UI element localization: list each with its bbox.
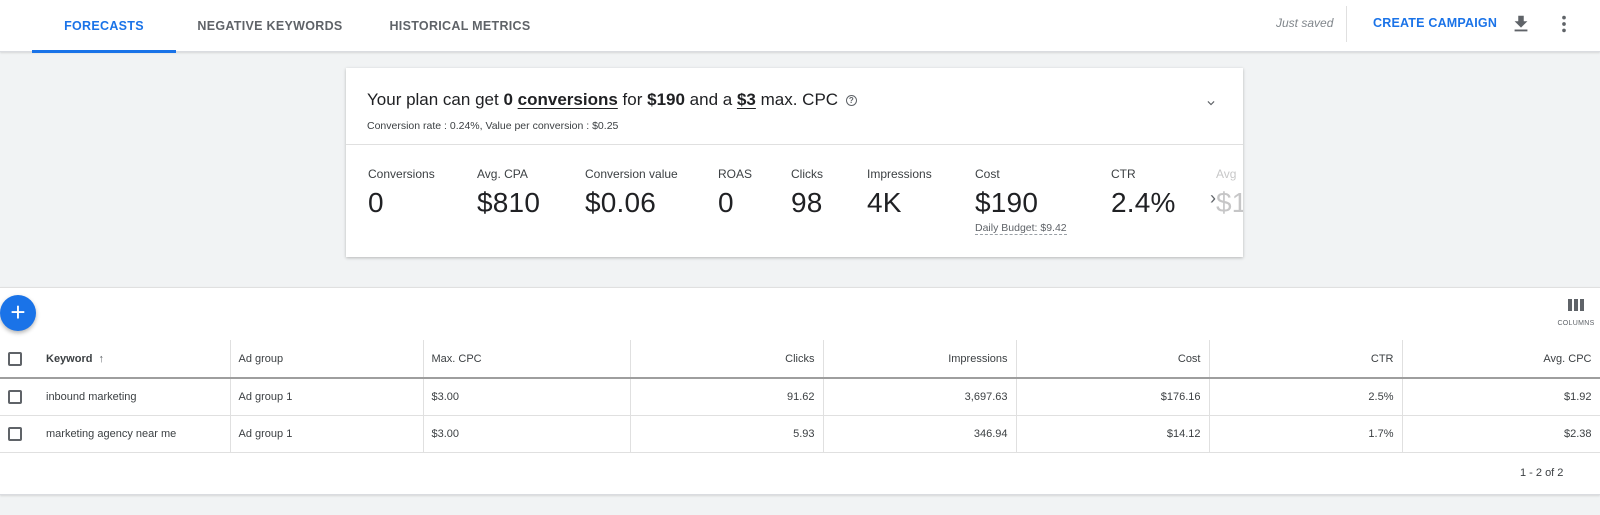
keyword-cell[interactable]: inbound marketing [38, 378, 231, 416]
header-ad-group[interactable]: Ad group [230, 340, 424, 379]
add-keyword-button[interactable]: + [0, 295, 36, 331]
ctr-cell: 2.5% [1209, 378, 1403, 416]
columns-icon [1568, 299, 1584, 311]
columns-label: COLUMNS [1557, 320, 1595, 327]
row-checkbox[interactable] [8, 389, 22, 404]
metric-ctr: CTR 2.4% [1111, 167, 1176, 218]
save-status: Just saved [1276, 16, 1334, 30]
more-vert-icon[interactable] [1553, 13, 1575, 35]
metric-impressions: Impressions 4K [867, 167, 932, 218]
ctr-cell: 1.7% [1209, 415, 1403, 453]
clicks-cell: 91.62 [630, 378, 824, 416]
impressions-cell: 346.94 [823, 415, 1017, 453]
help-icon[interactable]: ? [845, 95, 857, 106]
card-divider [346, 144, 1243, 145]
header-keyword[interactable]: Keyword ↑ [38, 340, 231, 379]
table-row: inbound marketing Ad group 1 $3.00 91.62… [0, 378, 1600, 416]
download-icon[interactable] [1510, 13, 1532, 35]
row-checkbox[interactable] [8, 426, 22, 441]
max-cpc-cell[interactable]: $3.00 [423, 378, 631, 416]
sort-ascending-icon: ↑ [98, 352, 104, 365]
chevron-right-icon[interactable]: › [1210, 188, 1216, 209]
select-all-checkbox[interactable] [8, 351, 22, 366]
header-avg-cpc[interactable]: Avg. CPC [1402, 340, 1600, 379]
keyword-table: Keyword ↑ Ad group Max. CPC Clicks Impres… [0, 340, 1600, 453]
select-all-cell [0, 340, 38, 379]
clicks-cell: 5.93 [630, 415, 824, 453]
avg-cpc-cell: $1.92 [1402, 378, 1600, 416]
max-cpc-cell[interactable]: $3.00 [423, 415, 631, 453]
impressions-cell: 3,697.63 [823, 378, 1017, 416]
metric-roas: ROAS 0 [718, 167, 753, 218]
pagination-info: 1 - 2 of 2 [1520, 467, 1564, 479]
metric-avg-cpa: Avg. CPA $810 [477, 167, 541, 218]
ad-group-cell[interactable]: Ad group 1 [230, 415, 424, 453]
chevron-down-icon[interactable] [1204, 96, 1218, 110]
avg-cpc-cell: $2.38 [1402, 415, 1600, 453]
cost-cell: $14.12 [1016, 415, 1210, 453]
metric-conversions: Conversions 0 [368, 167, 435, 218]
keyword-cell[interactable]: marketing agency near me [38, 415, 231, 453]
columns-button[interactable]: COLUMNS [1556, 298, 1596, 327]
table-header-row: Keyword ↑ Ad group Max. CPC Clicks Impres… [0, 340, 1600, 379]
header-cost[interactable]: Cost [1016, 340, 1210, 379]
plan-amount: $190 [647, 90, 685, 109]
plan-subtitle: Conversion rate : 0.24%, Value per conve… [367, 120, 619, 132]
metric-cost: Cost $190 [975, 167, 1039, 218]
header-ctr[interactable]: CTR [1209, 340, 1403, 379]
daily-budget[interactable]: Daily Budget: $9.42 [975, 222, 1067, 235]
tab-negative-keywords[interactable]: NEGATIVE KEYWORDS [190, 0, 350, 52]
plan-summary: Your plan can get 0 conversions for $190… [367, 90, 857, 110]
create-campaign-button[interactable]: CREATE CAMPAIGN [1373, 16, 1497, 30]
forecast-card: Your plan can get 0 conversions for $190… [346, 68, 1243, 257]
header-max-cpc[interactable]: Max. CPC [423, 340, 631, 379]
tab-forecasts[interactable]: FORECASTS [32, 0, 176, 53]
metric-avg-cpc-partial: Avg $1 [1216, 167, 1243, 218]
header-divider [1346, 6, 1347, 42]
cost-cell: $176.16 [1016, 378, 1210, 416]
max-cpc-link[interactable]: $3 [737, 90, 756, 109]
header-clicks[interactable]: Clicks [630, 340, 824, 379]
metric-clicks: Clicks 98 [791, 167, 823, 218]
header-impressions[interactable]: Impressions [823, 340, 1017, 379]
tab-historical-metrics[interactable]: HISTORICAL METRICS [380, 0, 540, 52]
plan-conversions: 0 [503, 90, 513, 109]
ad-group-cell[interactable]: Ad group 1 [230, 378, 424, 416]
top-bar: FORECASTS NEGATIVE KEYWORDS HISTORICAL M… [0, 0, 1600, 53]
conversions-link[interactable]: conversions [518, 90, 618, 109]
metric-conversion-value: Conversion value $0.06 [585, 167, 678, 218]
table-row: marketing agency near me Ad group 1 $3.0… [0, 415, 1600, 453]
